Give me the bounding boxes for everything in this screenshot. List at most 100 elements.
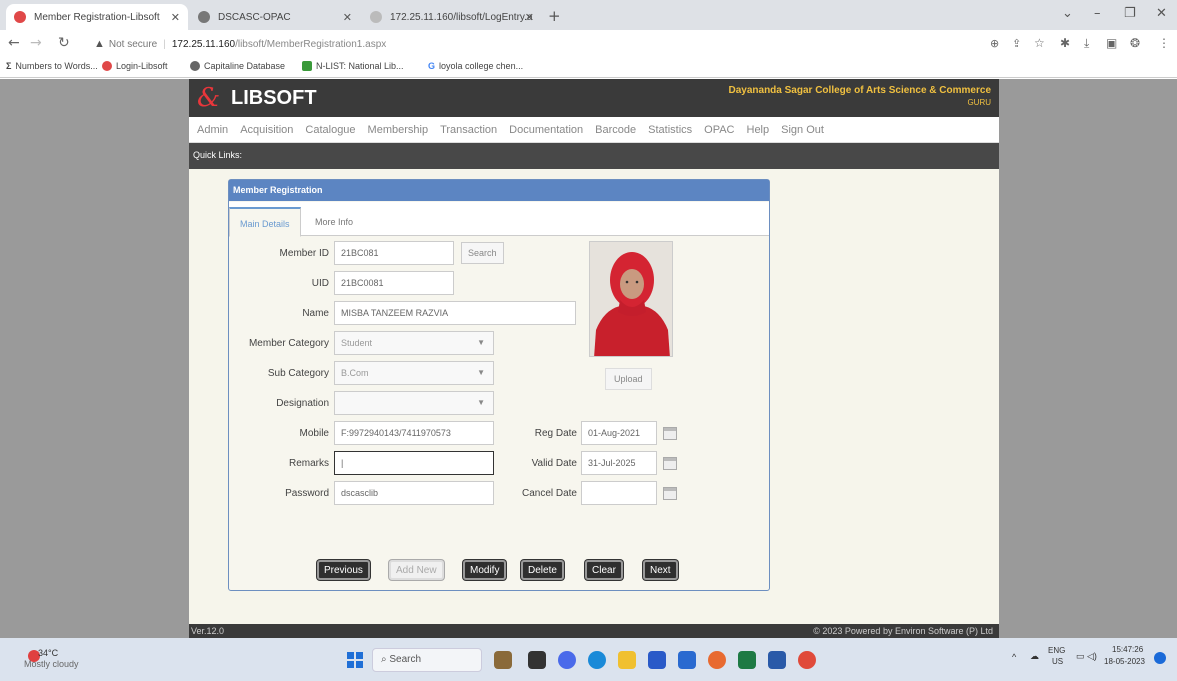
share-icon[interactable]: ⇪ [1012,37,1021,50]
reload-icon[interactable]: ↻ [58,35,70,51]
widget-app-icon[interactable] [494,651,512,669]
chat-icon[interactable] [558,651,576,669]
menu-acquisition[interactable]: Acquisition [240,124,293,136]
word-icon[interactable] [768,651,786,669]
start-button[interactable] [347,652,363,668]
menu-transaction[interactable]: Transaction [440,124,497,136]
profile-icon[interactable]: ❂ [1130,36,1140,50]
uid-label: UID [311,278,329,289]
password-label: Password [285,488,329,499]
restore-button[interactable]: ❐ [1124,6,1136,21]
lang-bottom: US [1052,657,1064,666]
minimize-button[interactable]: – [1094,6,1101,21]
back-arrow-icon[interactable]: ← [8,35,20,51]
menu-catalogue[interactable]: Catalogue [305,124,355,136]
globe-icon [190,61,200,71]
member-category-value: Student [341,338,373,348]
menu-documentation[interactable]: Documentation [509,124,583,136]
menu-opac[interactable]: OPAC [704,124,734,136]
chrome-icon[interactable] [798,651,816,669]
app-logo-text: LIBSOFT [231,87,317,109]
previous-button[interactable]: Previous [317,560,370,580]
name-label: Name [302,308,329,319]
calendar-icon[interactable] [663,427,677,440]
lang-top[interactable]: ENG [1048,646,1065,655]
url-field[interactable]: ▲ Not secure | 172.25.11.160 /libsoft/Me… [94,32,386,56]
edge-icon[interactable] [588,651,606,669]
excel-icon[interactable] [738,651,756,669]
member-id-input[interactable]: 21BC081 [334,241,454,265]
bookmark-nlist[interactable]: N-LIST: National Lib... [302,61,404,71]
sub-category-select[interactable]: B.Com ▼ [334,361,494,385]
modify-button[interactable]: Modify [463,560,507,580]
store-icon[interactable] [648,651,666,669]
member-photo [589,241,673,357]
download-icon[interactable]: ⤓ [1084,36,1089,51]
menu-help[interactable]: Help [747,124,770,136]
upload-button[interactable]: Upload [605,368,652,390]
file-explorer-icon[interactable] [618,651,636,669]
menu-membership[interactable]: Membership [368,124,429,136]
bookmark-label: Numbers to Words... [15,61,98,71]
name-input[interactable]: MISBA TANZEEM RAZVIA [334,301,576,325]
tab-search-icon[interactable]: ⌄ [1062,6,1073,21]
member-registration-panel: Member Registration Main Details More In… [228,179,770,591]
tab-more-info[interactable]: More Info [305,207,363,237]
tab-main-details[interactable]: Main Details [229,207,301,237]
chevron-up-icon[interactable]: ^ [1012,652,1016,662]
chevron-down-icon: ▼ [477,338,485,347]
member-category-select[interactable]: Student ▼ [334,331,494,355]
close-tab-icon[interactable]: ✕ [343,11,352,24]
close-window-button[interactable]: ✕ [1156,6,1167,21]
browser-tab-strip: Member Registration-Libsoft ✕ DSCASC-OPA… [0,0,1177,30]
menu-admin[interactable]: Admin [197,124,228,136]
browser-tab-member-registration[interactable]: Member Registration-Libsoft ✕ [6,4,188,30]
cloud-icon[interactable]: ☁ [1030,651,1039,662]
clock-time[interactable]: 15:47:26 [1112,645,1143,654]
firefox-icon[interactable] [708,651,726,669]
tab-title: Member Registration-Libsoft [34,11,160,23]
search-button[interactable]: Search [461,242,504,264]
bookmark-label: loyola college chen... [439,61,524,71]
bookmark-capitaline[interactable]: Capitaline Database [190,61,285,71]
wifi-volume-icon[interactable]: ▭ ◁) [1076,651,1097,662]
forward-arrow-icon[interactable]: → [30,35,42,51]
notification-icon[interactable] [1154,652,1166,664]
bookmark-star-icon[interactable]: ☆ [1034,36,1045,50]
menu-barcode[interactable]: Barcode [595,124,636,136]
menu-statistics[interactable]: Statistics [648,124,692,136]
zoom-icon[interactable]: ⊕ [990,37,999,50]
member-category-label: Member Category [248,338,329,349]
delete-button[interactable]: Delete [521,560,564,580]
reg-date-input[interactable]: 01-Aug-2021 [581,421,657,445]
clear-button[interactable]: Clear [585,560,623,580]
valid-date-input[interactable]: 31-Jul-2025 [581,451,657,475]
copyright-label: © 2023 Powered by Environ Software (P) L… [813,626,993,636]
close-tab-icon[interactable]: ✕ [525,11,534,24]
bookmark-login-libsoft[interactable]: Login-Libsoft [102,61,168,71]
sub-category-value: B.Com [341,368,369,378]
mail-icon[interactable] [678,651,696,669]
browser-tab-opac[interactable]: DSCASC-OPAC ✕ [190,4,360,30]
cancel-date-input[interactable] [581,481,657,505]
task-view-icon[interactable] [528,651,546,669]
extensions-icon[interactable]: ✱ [1060,36,1070,50]
kebab-menu-icon[interactable]: ⋮ [1158,36,1170,50]
calendar-icon[interactable] [663,457,677,470]
new-tab-button[interactable]: + [548,7,561,25]
browser-tab-logentry[interactable]: 172.25.11.160/libsoft/LogEntry.a ✕ [362,4,542,30]
close-tab-icon[interactable]: ✕ [171,11,180,24]
bookmark-numbers-to-words[interactable]: Σ Numbers to Words... [6,61,98,71]
quick-links-bar: Quick Links: [189,143,999,169]
weather-widget[interactable]: 34°C Mostly cloudy [24,648,79,670]
menu-sign-out[interactable]: Sign Out [781,124,824,136]
uid-input[interactable]: 21BC0081 [334,271,454,295]
calendar-icon[interactable] [663,487,677,500]
bookmark-loyola[interactable]: Gloyola college chen... [428,61,523,71]
warning-icon: ▲ [94,38,105,50]
taskbar-search[interactable]: ⌕ Search [372,648,482,672]
sidepanel-icon[interactable]: ▣ [1106,36,1117,50]
add-new-button[interactable]: Add New [389,560,444,580]
next-button[interactable]: Next [643,560,678,580]
designation-select[interactable]: ▼ [334,391,494,415]
